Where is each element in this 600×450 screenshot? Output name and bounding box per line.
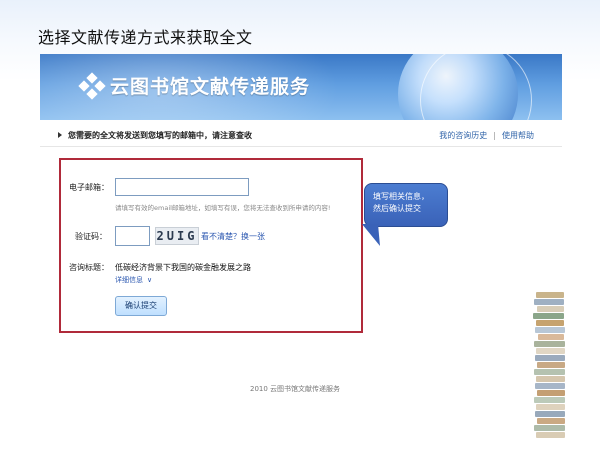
email-field[interactable] <box>115 178 249 196</box>
email-label: 电子邮箱： <box>69 183 109 192</box>
book <box>534 341 565 347</box>
book <box>537 362 565 368</box>
book <box>536 432 565 438</box>
subject-value: 低碳经济背景下我国的碳金融发展之路 <box>115 263 251 272</box>
book <box>534 425 565 431</box>
brand: 云图书馆文献传递服务 <box>78 71 311 100</box>
book <box>536 320 564 326</box>
captcha-field[interactable] <box>115 226 150 246</box>
book <box>534 299 564 305</box>
header-links: 我的咨询历史 | 使用帮助 <box>439 130 534 141</box>
instruction-callout: 填写相关信息， 然后确认提交 <box>364 183 448 227</box>
subject-label: 咨询标题： <box>69 263 109 272</box>
site-banner: 云图书馆文献传递服务 <box>40 54 562 120</box>
callout-line-2: 然后确认提交 <box>373 204 421 213</box>
book <box>535 383 565 389</box>
book <box>534 397 565 403</box>
slide-title: 选择文献传递方式来获取全文 <box>38 28 253 47</box>
triangle-bullet-icon <box>58 132 62 138</box>
book <box>537 306 564 312</box>
diamond-logo-icon <box>78 71 106 100</box>
history-link[interactable]: 我的咨询历史 <box>439 131 487 140</box>
chevron-down-icon: ∨ <box>147 276 153 284</box>
book <box>537 418 565 424</box>
details-link[interactable]: 详细信息 ∨ <box>115 275 152 285</box>
link-separator: | <box>493 131 496 140</box>
book-stack-illustration <box>526 288 572 443</box>
notice-text: 您需要的全文将发送到您填写的邮箱中，请注意查收 <box>68 131 252 140</box>
book <box>535 327 565 333</box>
callout-line-1: 填写相关信息， <box>373 192 429 201</box>
email-hint: 请填写有效的email邮箱地址，如填写有误，您将无法查收到所申请的内容! <box>115 204 331 212</box>
captcha-label: 验证码： <box>75 232 107 241</box>
notice-bar: 您需要的全文将发送到您填写的邮箱中，请注意查收 我的咨询历史 | 使用帮助 <box>40 128 562 147</box>
book <box>535 411 565 417</box>
book <box>536 404 565 410</box>
book <box>538 334 564 340</box>
request-form: 电子邮箱： 请填写有效的email邮箱地址，如填写有误，您将无法查收到所申请的内… <box>59 158 363 333</box>
book <box>536 348 565 354</box>
globe-orbit <box>420 54 532 120</box>
help-link[interactable]: 使用帮助 <box>502 131 534 140</box>
submit-button[interactable]: 确认提交 <box>115 296 167 316</box>
book <box>536 292 564 298</box>
book <box>537 390 565 396</box>
captcha-image: 2UIG <box>155 227 199 245</box>
refresh-captcha-link[interactable]: 看不清楚？换一张 <box>201 231 265 242</box>
book <box>534 369 565 375</box>
brand-title: 云图书馆文献传递服务 <box>110 77 311 98</box>
footer-copyright: 2010 云图书馆文献传递服务 <box>250 385 341 393</box>
book <box>536 376 565 382</box>
book <box>535 355 565 361</box>
book <box>533 313 564 319</box>
details-link-label: 详细信息 <box>115 276 143 284</box>
